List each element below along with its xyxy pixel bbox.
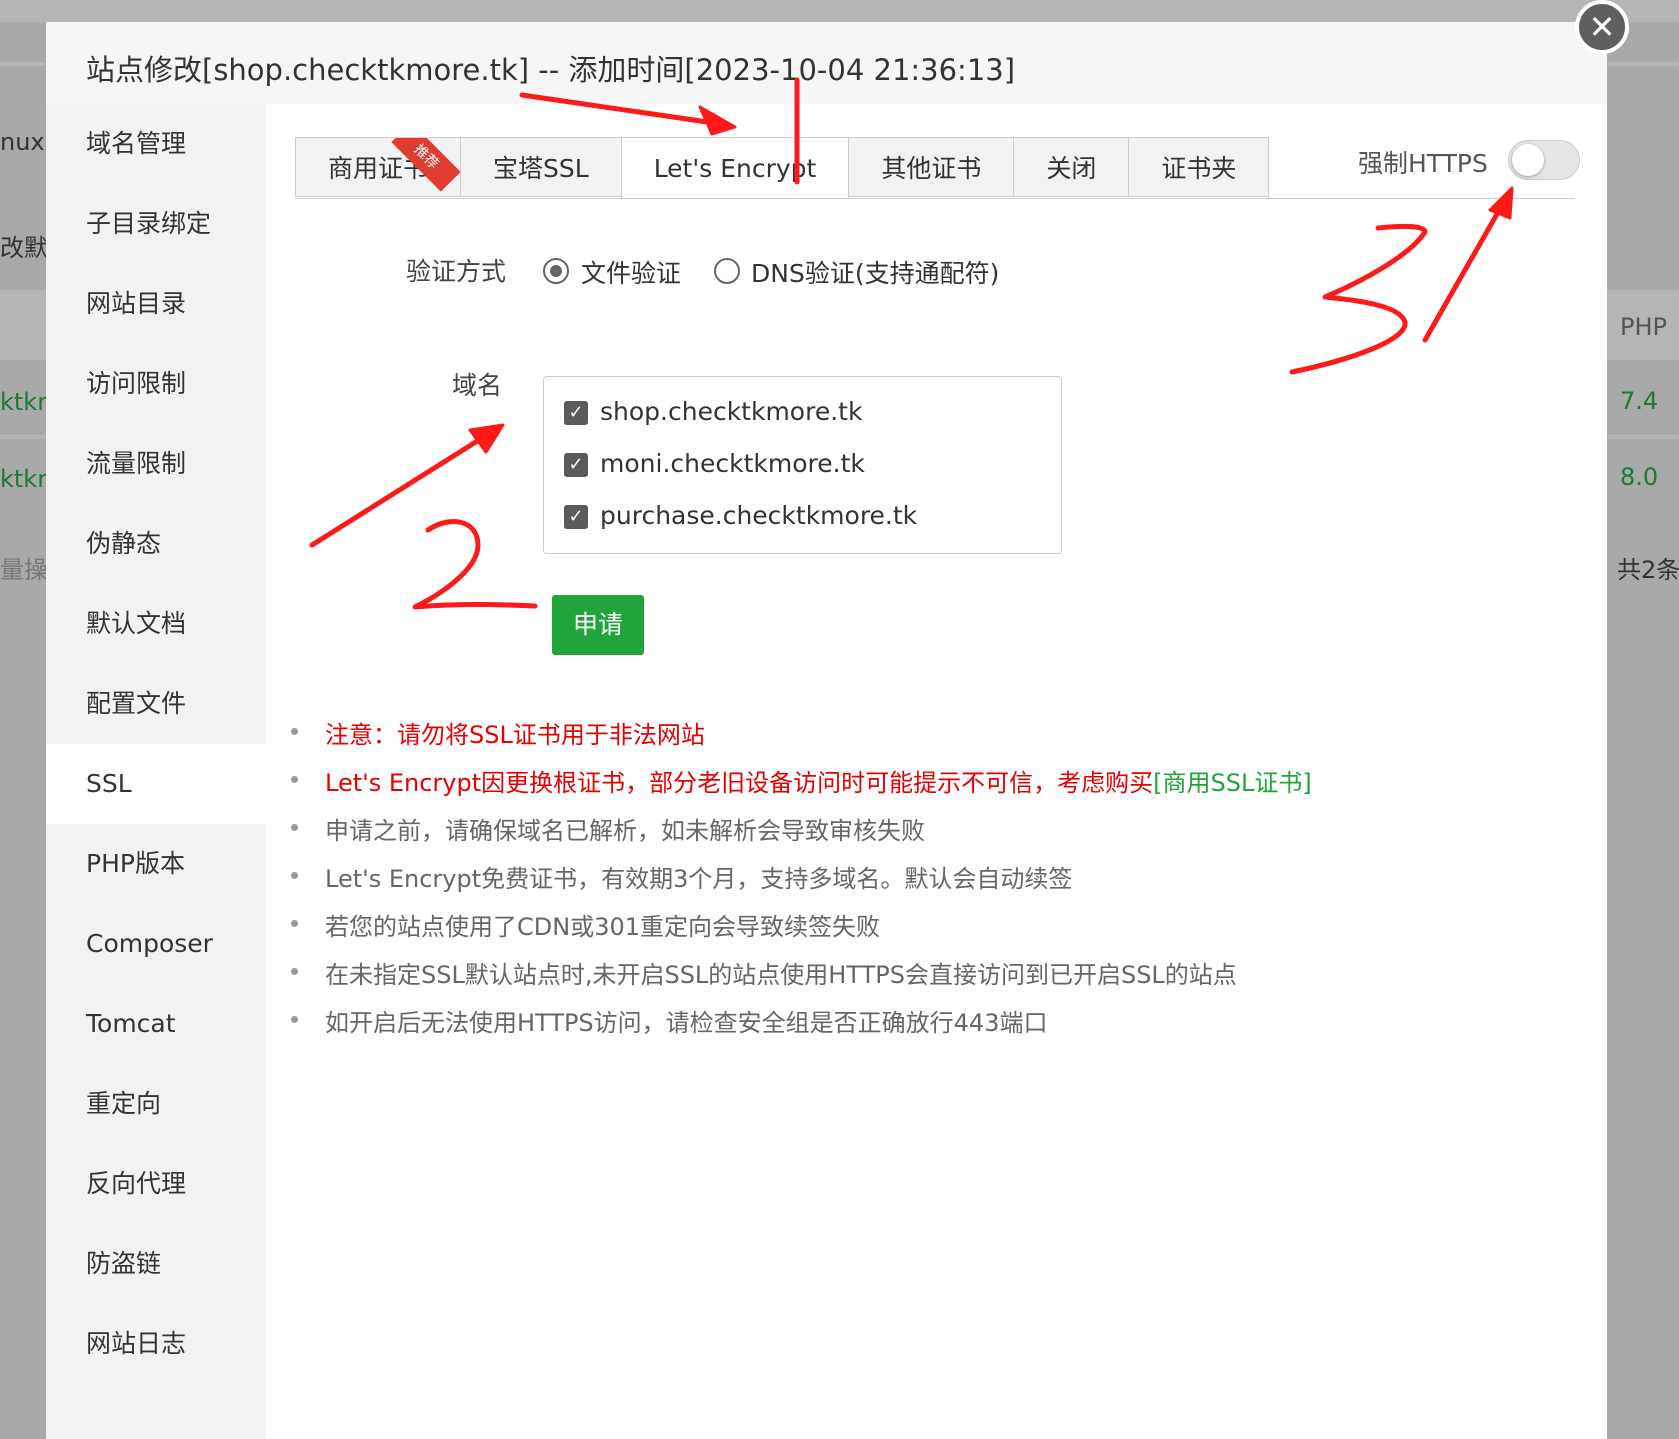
sidebar-item-subdir[interactable]: 子目录绑定 [46, 184, 265, 264]
bg-fragment: 改默 [0, 234, 48, 262]
tab-bt-ssl[interactable]: 宝塔SSL [460, 137, 622, 197]
note-text: 在未指定SSL默认站点时,未开启SSL的站点使用HTTPS会直接访问到已开启SS… [325, 961, 1237, 989]
sidebar-item-domain[interactable]: 域名管理 [46, 104, 265, 184]
sidebar-item-ssl[interactable]: SSL [46, 744, 265, 824]
sidebar-item-proxy[interactable]: 反向代理 [46, 1144, 265, 1224]
radio-dns-verify[interactable] [714, 258, 740, 284]
verify-method-label: 验证方式 [406, 257, 507, 286]
site-edit-modal: 站点修改[shop.checktkmore.tk] -- 添加时间[2023-1… [46, 22, 1607, 1439]
toggle-knob [1512, 144, 1544, 176]
note-text: 如开启后无法使用HTTPS访问，请检查安全组是否正确放行443端口 [325, 1009, 1048, 1037]
bg-fragment: 共2条 [1617, 556, 1679, 584]
sidebar-item-rewrite[interactable]: 伪静态 [46, 504, 265, 584]
bullet-dot [291, 824, 298, 831]
bullet-dot [291, 776, 298, 783]
ssl-panel: 商用证书 推荐 宝塔SSL Let's Encrypt 其他证书 关闭 证书夹 … [265, 104, 1607, 1439]
sidebar: 域名管理 子目录绑定 网站目录 访问限制 流量限制 伪静态 默认文档 配置文件 … [46, 104, 265, 1439]
tabs-divider [295, 198, 1575, 199]
sidebar-item-traffic-limit[interactable]: 流量限制 [46, 424, 265, 504]
sidebar-item-default-doc[interactable]: 默认文档 [46, 584, 265, 664]
tab-cert-folder[interactable]: 证书夹 [1128, 137, 1270, 197]
sidebar-item-tomcat[interactable]: Tomcat [46, 984, 265, 1064]
bullet-dot [291, 968, 298, 975]
note-text: 申请之前，请确保域名已解析，如未解析会导致审核失败 [325, 817, 925, 845]
force-https-label: 强制HTTPS [1358, 149, 1488, 178]
modal-title: 站点修改[shop.checktkmore.tk] -- 添加时间[2023-1… [86, 53, 1016, 87]
note-text: Let's Encrypt免费证书，有效期3个月，支持多域名。默认会自动续签 [325, 865, 1073, 893]
bullet-dot [291, 1016, 298, 1023]
ssl-tabs: 商用证书 推荐 宝塔SSL Let's Encrypt 其他证书 关闭 证书夹 [295, 137, 1270, 199]
checkbox-checked-icon[interactable]: ✓ [564, 505, 588, 529]
force-https-toggle[interactable] [1508, 140, 1580, 180]
checkbox-checked-icon[interactable]: ✓ [564, 453, 588, 477]
bg-fragment: 7.4 [1620, 387, 1659, 415]
radio-dns-verify-label[interactable]: DNS验证(支持通配符) [751, 254, 999, 290]
bullet-dot [291, 920, 298, 927]
note-text-row: Let's Encrypt因更换根证书，部分老旧设备访问时可能提示不可信，考虑购… [325, 763, 1312, 798]
bullet-dot [291, 728, 298, 735]
tab-close[interactable]: 关闭 [1013, 137, 1130, 197]
sidebar-item-redirect[interactable]: 重定向 [46, 1064, 265, 1144]
commercial-ssl-link[interactable]: [商用SSL证书] [1153, 769, 1312, 797]
radio-file-verify[interactable] [543, 258, 569, 284]
apply-button[interactable]: 申请 [552, 595, 644, 655]
note-text: 注意：请勿将SSL证书用于非法网站 [325, 721, 705, 749]
domain-name: shop.checktkmore.tk [600, 397, 863, 426]
domain-name: moni.checktkmore.tk [600, 449, 865, 478]
tab-other-cert[interactable]: 其他证书 [848, 137, 1015, 197]
bg-fragment: ktkr [0, 465, 48, 493]
domain-name: purchase.checktkmore.tk [600, 501, 918, 530]
close-icon[interactable]: ✕ [1575, 0, 1629, 54]
sidebar-item-php[interactable]: PHP版本 [46, 824, 265, 904]
tab-lets-encrypt[interactable]: Let's Encrypt [620, 137, 850, 199]
sidebar-item-site-dir[interactable]: 网站目录 [46, 264, 265, 344]
domain-list: ✓ shop.checktkmore.tk ✓ moni.checktkmore… [543, 376, 1062, 554]
checkbox-checked-icon[interactable]: ✓ [564, 401, 588, 425]
modal-header: 站点修改[shop.checktkmore.tk] -- 添加时间[2023-1… [46, 22, 1607, 104]
bullet-dot [291, 872, 298, 879]
sidebar-item-config[interactable]: 配置文件 [46, 664, 265, 744]
bg-fragment: ktkr [0, 388, 48, 416]
sidebar-item-hotlink[interactable]: 防盗链 [46, 1224, 265, 1304]
sidebar-item-log[interactable]: 网站日志 [46, 1304, 265, 1384]
bg-fragment: 8.0 [1620, 463, 1659, 491]
sidebar-item-composer[interactable]: Composer [46, 904, 265, 984]
domain-label: 域名 [452, 371, 503, 400]
bg-fragment: PHP [1620, 313, 1667, 341]
note-text: 若您的站点使用了CDN或301重定向会导致续签失败 [325, 913, 880, 941]
sidebar-item-access-limit[interactable]: 访问限制 [46, 344, 265, 424]
note-text: Let's Encrypt因更换根证书，部分老旧设备访问时可能提示不可信，考虑购… [325, 769, 1154, 797]
tab-commercial-cert[interactable]: 商用证书 推荐 [295, 137, 462, 197]
radio-file-verify-label[interactable]: 文件验证 [581, 254, 681, 290]
